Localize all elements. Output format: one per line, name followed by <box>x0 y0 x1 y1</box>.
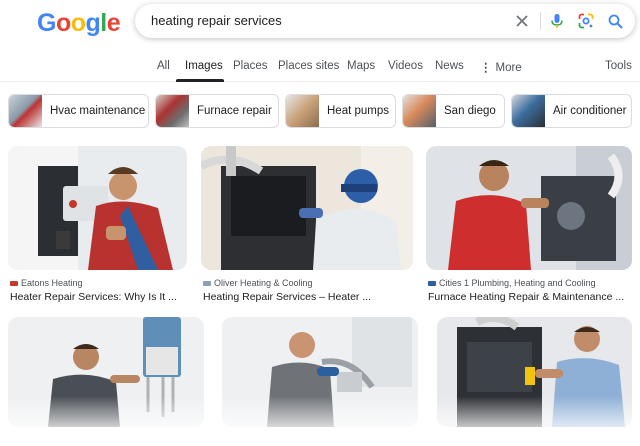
logo-letter: e <box>106 9 121 37</box>
chip-thumbnail <box>403 95 436 127</box>
logo-letter: g <box>85 9 101 37</box>
active-tab-indicator <box>176 79 224 82</box>
tab-places[interactable]: Places <box>233 60 268 72</box>
search-tabs: All Images Places Places sites Maps Vide… <box>0 54 640 82</box>
result-source[interactable]: Oliver Heating & Cooling <box>203 278 313 288</box>
chip-hvac-maintenance[interactable]: Hvac maintenance <box>8 94 149 128</box>
tab-places-sites[interactable]: Places sites <box>278 60 339 72</box>
result-source-text: Cities 1 Plumbing, Heating and Cooling <box>439 278 596 288</box>
chip-furnace-repair[interactable]: Furnace repair <box>155 94 279 128</box>
chip-thumbnail <box>156 95 189 127</box>
tab-videos[interactable]: Videos <box>388 60 423 72</box>
lens-icon[interactable] <box>578 13 594 29</box>
chip-heat-pumps[interactable]: Heat pumps <box>285 94 396 128</box>
chip-label: Heat pumps <box>327 105 390 117</box>
result-source[interactable]: Cities 1 Plumbing, Heating and Cooling <box>428 278 596 288</box>
result-title[interactable]: Heating Repair Services – Heater ... <box>203 291 371 303</box>
tab-news[interactable]: News <box>435 60 464 72</box>
result-image-1[interactable] <box>8 146 187 270</box>
favicon-icon <box>428 281 436 287</box>
tools-button[interactable]: Tools <box>605 60 632 72</box>
chip-label: Furnace repair <box>197 105 272 117</box>
more-vert-icon: ⋮ <box>480 62 492 74</box>
google-logo[interactable]: Google <box>37 9 121 38</box>
result-source-text: Oliver Heating & Cooling <box>214 278 313 288</box>
chip-air-conditioner[interactable]: Air conditioner <box>511 94 632 128</box>
close-icon[interactable] <box>514 13 530 29</box>
tab-more-label: More <box>495 62 522 74</box>
tab-more[interactable]: ⋮ More <box>480 60 522 74</box>
search-box[interactable]: heating repair services <box>135 4 635 38</box>
microphone-icon[interactable] <box>549 13 565 29</box>
search-input[interactable]: heating repair services <box>151 13 282 28</box>
logo-letter: o <box>70 9 86 37</box>
chip-thumbnail <box>512 95 545 127</box>
result-source-text: Eatons Heating <box>21 278 83 288</box>
chip-san-diego[interactable]: San diego <box>402 94 505 128</box>
bottom-fade <box>0 396 640 446</box>
chip-label: Hvac maintenance <box>50 105 146 117</box>
result-image-3[interactable] <box>426 146 632 270</box>
favicon-icon <box>203 281 211 287</box>
result-image-2[interactable] <box>201 146 413 270</box>
search-icon[interactable] <box>607 13 623 29</box>
logo-letter: o <box>55 9 71 37</box>
result-title[interactable]: Furnace Heating Repair & Maintenance ... <box>428 291 624 303</box>
chip-thumbnail <box>286 95 319 127</box>
tab-maps[interactable]: Maps <box>347 60 375 72</box>
tab-all[interactable]: All <box>157 60 170 72</box>
chip-label: San diego <box>444 105 496 117</box>
chip-thumbnail <box>9 95 42 127</box>
result-source[interactable]: Eatons Heating <box>10 278 83 288</box>
search-divider <box>540 12 541 30</box>
chip-label: Air conditioner <box>553 105 627 117</box>
tab-images[interactable]: Images <box>185 60 223 72</box>
favicon-icon <box>10 281 18 287</box>
result-title[interactable]: Heater Repair Services: Why Is It ... <box>10 291 177 303</box>
logo-letter: G <box>37 9 56 37</box>
